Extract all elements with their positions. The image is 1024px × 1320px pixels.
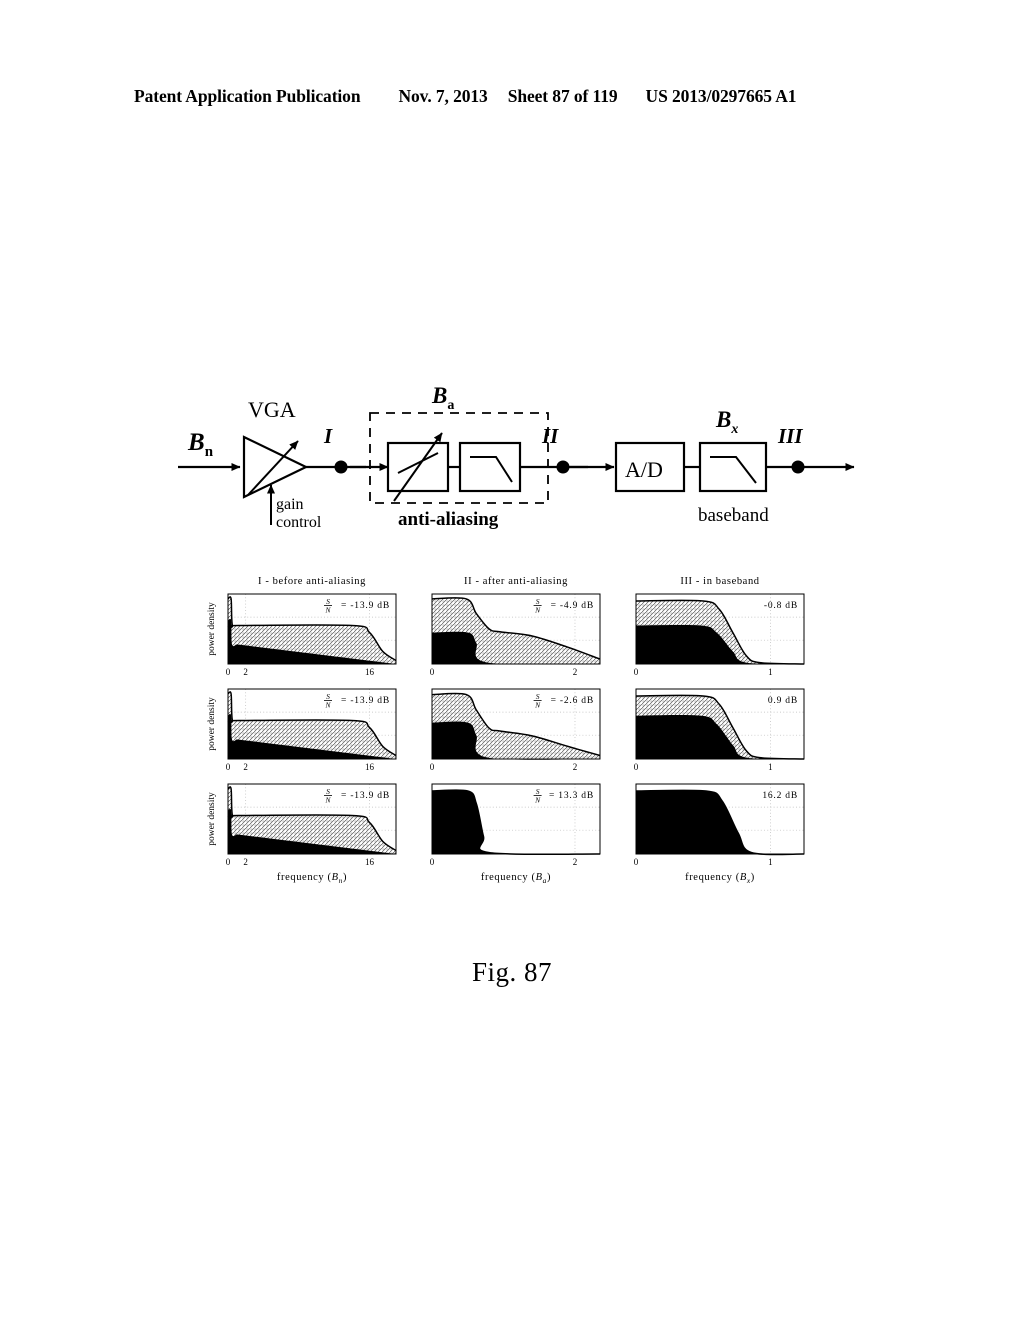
x-tick-label: 16 <box>365 762 375 772</box>
y-axis-label: power density <box>207 602 217 656</box>
plot-panel-r2c1: 0 2 16= -13.9 dBSNpower density <box>207 688 397 772</box>
snr-annotation-value: -0.8 dB <box>764 601 798 611</box>
plot-panel-r1c3: 0 1 -0.8 dB <box>634 593 805 677</box>
vga-label: VGA <box>248 397 296 422</box>
snr-denominator: N <box>534 701 541 710</box>
x-tick-label: 0 <box>634 667 639 677</box>
snr-annotation-value: = -13.9 dB <box>341 601 390 611</box>
snr-annotation-value: = -2.6 dB <box>551 696 594 706</box>
snr-denominator: N <box>534 606 541 615</box>
baseband-filter-block <box>698 441 768 493</box>
x-tick-label: 2 <box>243 857 248 867</box>
node-i-label: I <box>323 424 333 448</box>
snr-denominator: N <box>534 796 541 805</box>
attenuator-slope-icon <box>397 452 439 474</box>
node-ii-label: II <box>541 424 559 448</box>
snr-annotation-value: = -13.9 dB <box>341 696 390 706</box>
power-density-plot-grid: I - before anti-aliasing II - after anti-… <box>190 572 830 912</box>
signal-chain-block-diagram: Bn VGA gain control I Ba anti-aliasing I… <box>170 385 860 550</box>
snr-annotation-value: = -13.9 dB <box>341 791 390 801</box>
input-signal-label: Bn <box>187 429 214 460</box>
x-tick-label: 0 <box>430 857 435 867</box>
x-tick-label: 0 <box>634 762 639 772</box>
patent-page-header: Patent Application Publication Nov. 7, 2… <box>134 86 890 107</box>
x-tick-label: 1 <box>768 857 773 867</box>
baseband-label: baseband <box>698 505 769 526</box>
x-tick-label: 2 <box>573 857 578 867</box>
gain-control-label-line2: control <box>276 514 322 531</box>
gain-control-label-line1: gain <box>276 496 304 513</box>
node-iii-dot <box>791 460 805 474</box>
patent-number: US 2013/0297665 A1 <box>645 86 797 106</box>
snr-denominator: N <box>324 796 331 805</box>
node-ii-dot <box>556 460 570 474</box>
y-axis-label: power density <box>207 792 217 846</box>
x-tick-label: 16 <box>365 857 375 867</box>
node-i-dot <box>334 460 348 474</box>
x-tick-label: 0 <box>634 857 639 867</box>
snr-annotation-value: 0.9 dB <box>768 696 798 706</box>
x-tick-label: 2 <box>243 667 248 677</box>
baseband-response-icon <box>710 456 757 484</box>
y-axis-label: power density <box>207 697 217 751</box>
snr-annotation-value: = 13.3 dB <box>549 791 594 801</box>
snr-denominator: N <box>324 606 331 615</box>
x-axis-label: frequency (Ba) <box>481 872 551 885</box>
x-tick-label: 0 <box>226 667 231 677</box>
publication-date: Nov. 7, 2013 <box>398 86 488 106</box>
x-tick-label: 0 <box>430 762 435 772</box>
anti-aliasing-label: anti-aliasing <box>398 509 499 530</box>
publication-label: Patent Application Publication <box>134 86 361 106</box>
plot-panel-r1c2: 0 2= -4.9 dBSN <box>430 593 601 677</box>
plot-column-title-3: III - in baseband <box>680 576 759 587</box>
sheet-number: Sheet 87 of 119 <box>507 86 618 106</box>
x-tick-label: 2 <box>573 667 578 677</box>
adc-label: A/D <box>625 457 663 482</box>
ba-bandwidth-label: Ba <box>431 385 454 413</box>
plot-panel-r3c1: 0 2 16= -13.9 dBSNpower densityfrequency (… <box>207 783 397 885</box>
plot-panel-r2c2: 0 2= -2.6 dBSN <box>430 688 601 772</box>
node-iii-label: III <box>777 424 803 448</box>
anti-aliasing-lowpass-filter-block <box>458 441 522 493</box>
vga-gain-arrow-icon <box>247 440 299 496</box>
x-tick-label: 16 <box>365 667 375 677</box>
plot-panel-r3c3: 0 1 16.2 dB frequency (Bx) <box>634 783 805 885</box>
plot-column-title-1: I - before anti-aliasing <box>258 576 366 587</box>
plot-panel-r3c2: 0 2= 13.3 dBSNfrequency (Ba) <box>430 783 601 885</box>
x-tick-label: 1 <box>768 762 773 772</box>
lowpass-response-icon <box>470 456 513 483</box>
figure-caption: Fig. 87 <box>471 957 553 987</box>
snr-annotation-value: 16.2 dB <box>762 791 798 801</box>
plot-column-title-2: II - after anti-aliasing <box>464 576 568 587</box>
x-tick-label: 1 <box>768 667 773 677</box>
x-axis-label: frequency (Bn) <box>277 872 347 885</box>
x-tick-label: 2 <box>243 762 248 772</box>
x-axis-label: frequency (Bx) <box>685 872 755 885</box>
bx-bandwidth-label: Bx <box>715 407 738 437</box>
plot-panel-r1c1: 0 2 16= -13.9 dBSNpower density <box>207 593 397 677</box>
x-tick-label: 0 <box>226 857 231 867</box>
snr-denominator: N <box>324 701 331 710</box>
plot-panel-r2c3: 0 1 0.9 dB <box>634 688 805 772</box>
x-tick-label: 0 <box>226 762 231 772</box>
x-tick-label: 0 <box>430 667 435 677</box>
snr-annotation-value: = -4.9 dB <box>551 601 594 611</box>
x-tick-label: 2 <box>573 762 578 772</box>
